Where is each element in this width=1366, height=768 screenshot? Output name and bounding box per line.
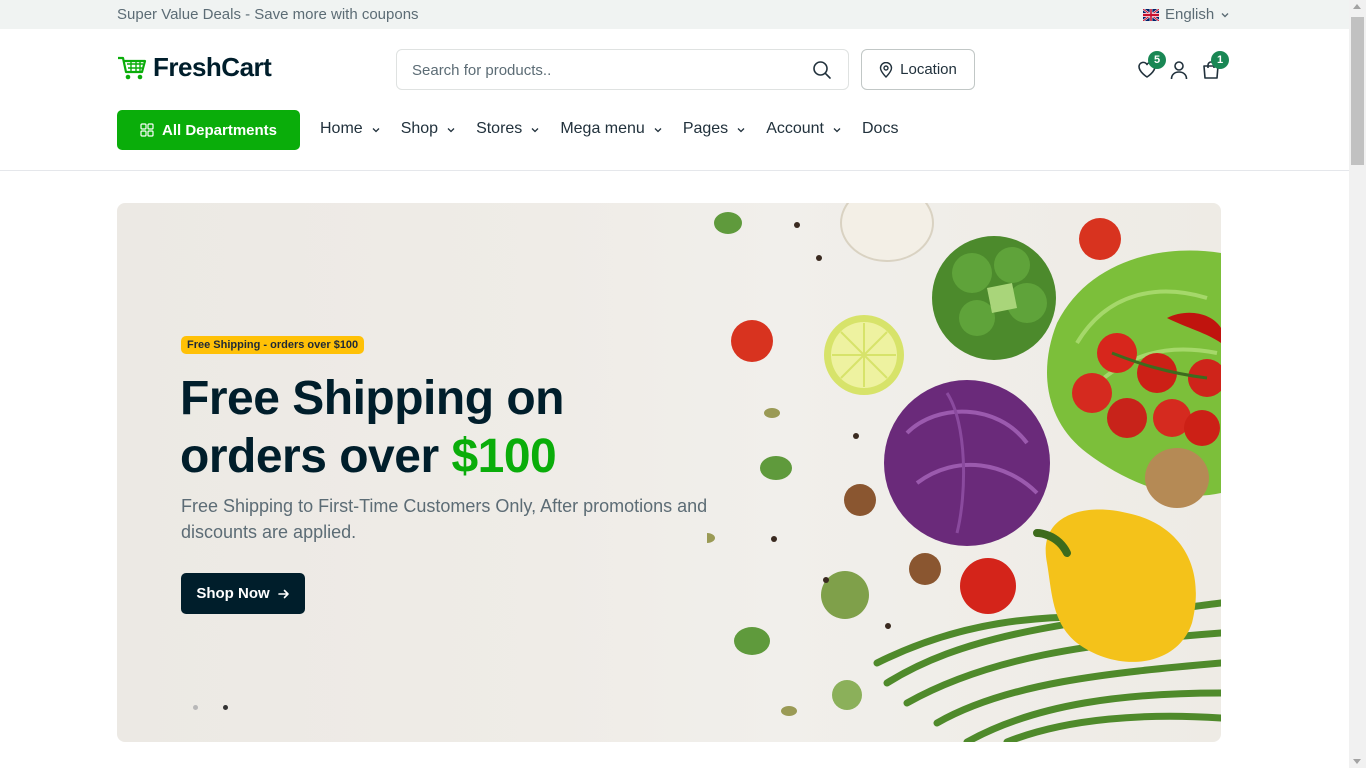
scroll-down-arrow[interactable] (1353, 759, 1361, 764)
shop-now-label: Shop Now (196, 585, 270, 602)
nav-item-stores[interactable]: Stores (476, 120, 540, 138)
carousel-dot-1[interactable] (193, 705, 198, 710)
search-icon[interactable] (812, 60, 832, 80)
scroll-up-arrow[interactable] (1353, 4, 1361, 9)
nav-item-docs[interactable]: Docs (862, 120, 898, 138)
tomato-slice-image (731, 320, 773, 362)
cart-button[interactable]: 1 (1201, 51, 1229, 85)
nav-item-label: Docs (862, 120, 899, 137)
nav-item-label: Home (320, 120, 363, 137)
chevron-down-icon (447, 127, 455, 132)
search-input[interactable] (412, 60, 792, 80)
nav-item-shop[interactable]: Shop (401, 120, 456, 138)
vegetables-illustration (707, 203, 1221, 742)
scroll-thumb[interactable] (1351, 17, 1364, 165)
lime-image (824, 315, 904, 395)
chevron-down-icon (833, 127, 841, 132)
wishlist-count-badge: 5 (1148, 51, 1166, 69)
brussels-sprout-image (832, 680, 862, 710)
nav-item-label: Stores (476, 120, 523, 137)
chevron-down-icon (654, 127, 662, 132)
logo-text: FreshCart (153, 52, 272, 82)
chevron-down-icon (531, 127, 539, 132)
grid-icon (140, 123, 154, 137)
peppercorn-image (816, 255, 822, 261)
peppercorn-image (794, 222, 800, 228)
nav-item-label: Mega menu (560, 120, 645, 137)
arrow-right-icon (277, 589, 289, 598)
tomato-slice-image (1079, 218, 1121, 260)
seed-image (707, 533, 715, 543)
broccoli-image (932, 236, 1056, 360)
nav-item-account[interactable]: Account (766, 120, 842, 138)
location-label: Location (900, 61, 957, 78)
hazelnut-image (844, 484, 876, 516)
chevron-down-icon (737, 127, 745, 132)
spinach-leaf-image (760, 456, 792, 480)
map-pin-icon (879, 61, 893, 78)
yellow-bell-pepper-image (1033, 509, 1196, 662)
uk-flag-icon (1143, 8, 1159, 21)
language-selector[interactable]: English (1143, 6, 1230, 23)
hero-badge: Free Shipping - orders over $100 (181, 336, 365, 354)
peppercorn-image (853, 433, 859, 439)
nav-item-label: Pages (682, 120, 729, 137)
search-box (396, 49, 849, 90)
spinach-leaf-image (734, 627, 770, 655)
logo[interactable]: FreshCart (117, 52, 272, 83)
hazelnut-image (909, 553, 941, 585)
wishlist-button[interactable]: 5 (1137, 51, 1166, 84)
hero-title-line2-prefix: orders over (180, 430, 452, 483)
garlic-image (840, 203, 934, 262)
page-scrollbar[interactable] (1349, 0, 1366, 768)
hero-title-line1: Free Shipping on (180, 372, 565, 425)
spinach-leaf-image (714, 212, 742, 234)
user-icon (1170, 61, 1188, 80)
chevron-down-icon (1221, 12, 1229, 17)
cart-count-badge: 1 (1211, 51, 1229, 69)
seed-image (764, 408, 780, 418)
hero-description: Free Shipping to First-Time Customers On… (181, 496, 708, 542)
location-button[interactable]: Location (861, 49, 975, 90)
peppercorn-image (885, 623, 891, 629)
header-divider (0, 170, 1349, 171)
walnut-image (1145, 448, 1209, 508)
nav-item-home[interactable]: Home (320, 120, 381, 138)
nav-item-pages[interactable]: Pages (683, 120, 746, 138)
nav-item-label: Shop (400, 120, 439, 137)
peppercorn-image (823, 577, 829, 583)
carousel-dot-2[interactable] (223, 705, 228, 710)
nav-item-label: Account (766, 120, 824, 137)
page: Super Value Deals - Save more with coupo… (0, 0, 1366, 768)
shopping-cart-logo-icon (118, 56, 147, 79)
tomato-image (960, 558, 1016, 614)
hero-title: Free Shipping on orders over $100 (180, 370, 740, 486)
main-nav: Home Shop Stores Mega menu Pages Account… (320, 120, 918, 138)
language-label: English (1165, 6, 1215, 23)
purple-cabbage-image (884, 380, 1050, 546)
hero-title-accent: $100 (451, 430, 557, 483)
peppercorn-image (771, 536, 777, 542)
account-button[interactable] (1170, 60, 1188, 85)
all-departments-label: All Departments (161, 121, 278, 139)
seed-image (781, 706, 797, 716)
hero-banner: Free Shipping - orders over $100 Free Sh… (117, 203, 1221, 742)
chevron-down-icon (372, 127, 380, 132)
top-bar: Super Value Deals - Save more with coupo… (0, 0, 1349, 29)
all-departments-button[interactable]: All Departments (117, 110, 300, 150)
shop-now-button[interactable]: Shop Now (181, 573, 305, 614)
promo-text: Super Value Deals - Save more with coupo… (117, 6, 419, 23)
nav-item-mega-menu[interactable]: Mega menu (560, 120, 663, 138)
